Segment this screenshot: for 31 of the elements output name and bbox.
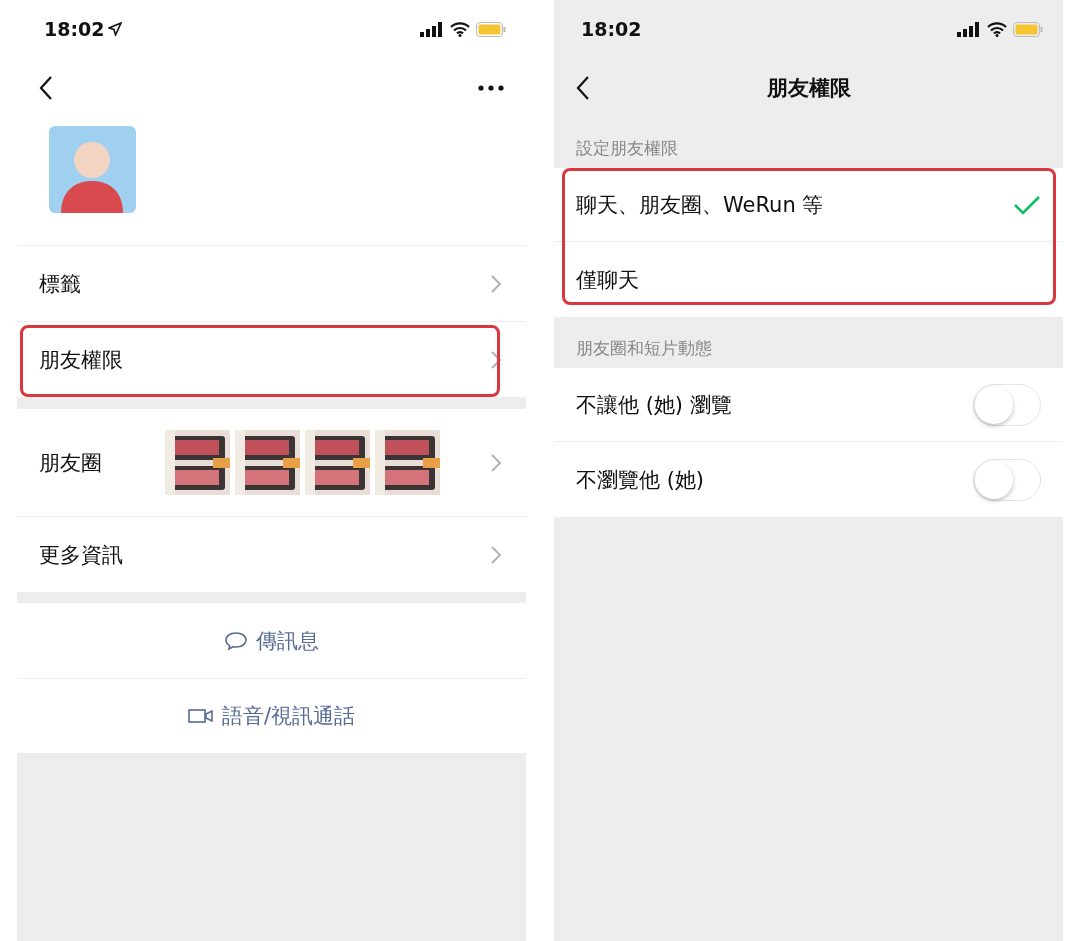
row-label: 朋友圈 (39, 449, 102, 477)
signal-icon (420, 21, 444, 37)
video-camera-icon (187, 708, 214, 724)
chevron-right-icon (490, 544, 502, 565)
chevron-right-icon (490, 273, 502, 294)
chevron-right-icon (490, 349, 502, 370)
page-title: 朋友權限 (766, 75, 851, 102)
switch-label: 不讓他 (她) 瀏覽 (576, 391, 732, 419)
list-row[interactable]: 朋友權限 (17, 321, 526, 397)
wifi-icon (987, 21, 1007, 37)
row-label: 朋友權限 (39, 346, 123, 374)
battery-icon (1013, 21, 1043, 37)
back-icon[interactable] (576, 75, 590, 101)
chevron-right-icon (490, 452, 502, 473)
battery-icon (476, 21, 506, 37)
section-header: 朋友圈和短片動態 (576, 337, 712, 360)
switch-label: 不瀏覽他 (她) (576, 466, 705, 494)
toggle-switch[interactable] (973, 383, 1041, 426)
row-label: 更多資訊 (39, 541, 123, 569)
option-label[interactable]: 僅聊天 (576, 265, 639, 294)
row-label: 標籤 (39, 270, 81, 298)
toggle-switch[interactable] (973, 458, 1041, 501)
section-header: 設定朋友權限 (576, 137, 678, 160)
option-label[interactable]: 聊天、朋友圈、WeRun 等 (576, 190, 824, 219)
signal-icon (957, 21, 981, 37)
status-time: 18:02 (581, 18, 642, 40)
chat-bubble-icon (224, 630, 248, 651)
status-time: 18:02 (44, 18, 123, 40)
wifi-icon (450, 21, 470, 37)
back-icon[interactable] (39, 75, 53, 101)
more-icon[interactable] (478, 85, 504, 91)
